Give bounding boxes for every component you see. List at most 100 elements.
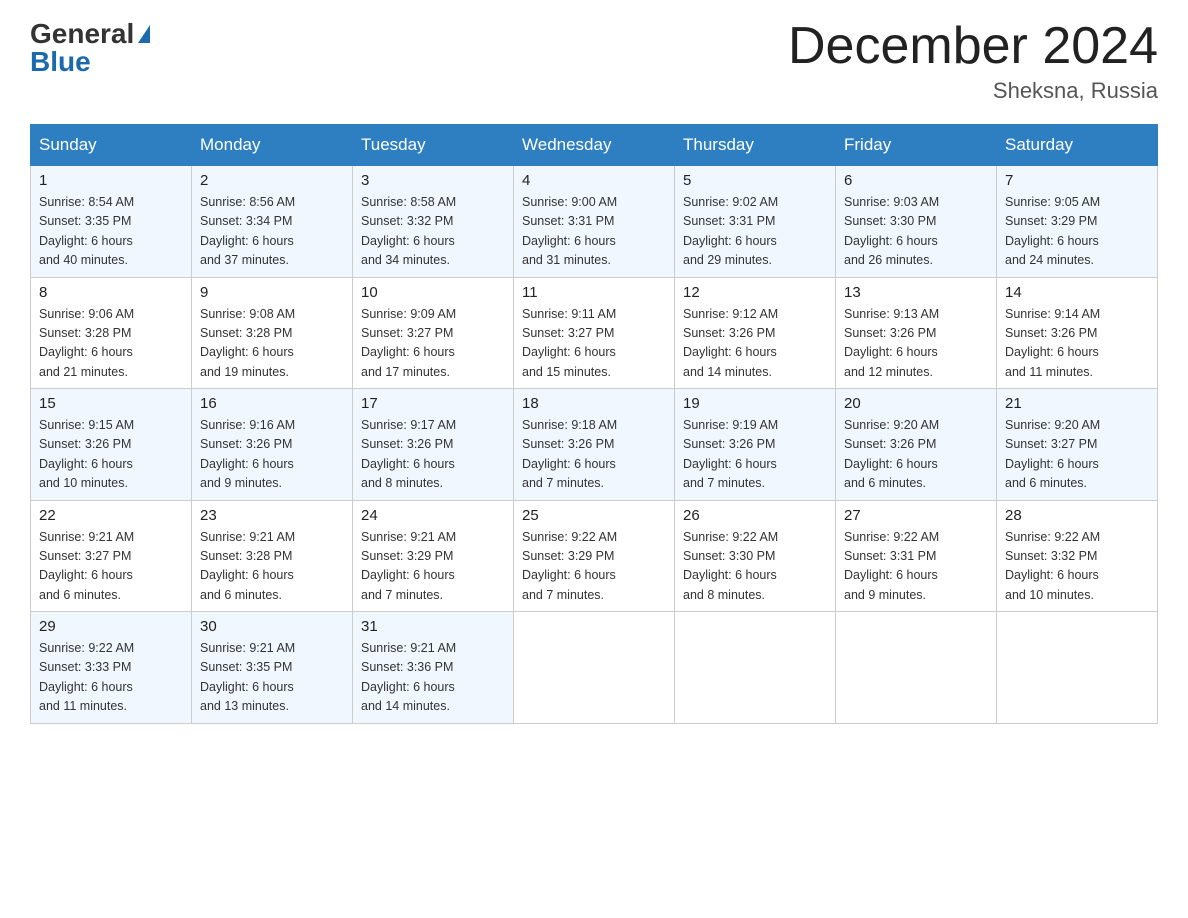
calendar-cell: 11 Sunrise: 9:11 AM Sunset: 3:27 PM Dayli… — [514, 277, 675, 389]
day-info: Sunrise: 8:58 AM Sunset: 3:32 PM Dayligh… — [361, 193, 505, 271]
day-number: 29 — [39, 618, 183, 635]
calendar-cell: 26Sunrise: 9:22 AM Sunset: 3:30 PM Dayli… — [675, 500, 836, 612]
header-sunday: Sunday — [31, 125, 192, 166]
calendar-cell: 1 Sunrise: 8:54 AM Sunset: 3:35 PM Daylig… — [31, 166, 192, 278]
calendar-cell: 22 Sunrise: 9:21 AM Sunset: 3:27 PM Dayli… — [31, 500, 192, 612]
day-info: Sunrise: 9:12 AM Sunset: 3:26 PM Dayligh… — [683, 305, 827, 383]
month-title: December 2024 — [788, 20, 1158, 72]
calendar-cell: 4 Sunrise: 9:00 AM Sunset: 3:31 PM Daylig… — [514, 166, 675, 278]
day-number: 22 — [39, 507, 183, 524]
day-number: 25 — [522, 507, 666, 524]
calendar-cell: 2 Sunrise: 8:56 AM Sunset: 3:34 PM Daylig… — [192, 166, 353, 278]
day-info: Sunrise: 9:18 AM Sunset: 3:26 PM Dayligh… — [522, 416, 666, 494]
day-info: Sunrise: 9:00 AM Sunset: 3:31 PM Dayligh… — [522, 193, 666, 271]
day-number: 9 — [200, 284, 344, 301]
calendar-cell: 15 Sunrise: 9:15 AM Sunset: 3:26 PM Dayli… — [31, 389, 192, 501]
day-number: 2 — [200, 172, 344, 189]
day-info: Sunrise: 9:03 AM Sunset: 3:30 PM Dayligh… — [844, 193, 988, 271]
calendar-week-4: 22 Sunrise: 9:21 AM Sunset: 3:27 PM Dayli… — [31, 500, 1158, 612]
calendar-cell: 5Sunrise: 9:02 AM Sunset: 3:31 PM Daylig… — [675, 166, 836, 278]
day-number: 17 — [361, 395, 505, 412]
calendar-cell: 18 Sunrise: 9:18 AM Sunset: 3:26 PM Dayli… — [514, 389, 675, 501]
calendar-cell: 8Sunrise: 9:06 AM Sunset: 3:28 PM Daylig… — [31, 277, 192, 389]
day-info: Sunrise: 9:09 AM Sunset: 3:27 PM Dayligh… — [361, 305, 505, 383]
day-info: Sunrise: 9:21 AM Sunset: 3:28 PM Dayligh… — [200, 528, 344, 606]
calendar-header: SundayMondayTuesdayWednesdayThursdayFrid… — [31, 125, 1158, 166]
calendar-cell — [836, 612, 997, 724]
calendar-table: SundayMondayTuesdayWednesdayThursdayFrid… — [30, 124, 1158, 724]
logo: General Blue — [30, 20, 150, 76]
day-info: Sunrise: 8:54 AM Sunset: 3:35 PM Dayligh… — [39, 193, 183, 271]
calendar-cell: 7 Sunrise: 9:05 AM Sunset: 3:29 PM Daylig… — [997, 166, 1158, 278]
calendar-cell: 27 Sunrise: 9:22 AM Sunset: 3:31 PM Dayli… — [836, 500, 997, 612]
day-number: 14 — [1005, 284, 1149, 301]
calendar-cell: 13 Sunrise: 9:13 AM Sunset: 3:26 PM Dayli… — [836, 277, 997, 389]
day-info: Sunrise: 9:21 AM Sunset: 3:36 PM Dayligh… — [361, 639, 505, 717]
day-number: 1 — [39, 172, 183, 189]
day-number: 19 — [683, 395, 827, 412]
calendar-cell: 16 Sunrise: 9:16 AM Sunset: 3:26 PM Dayli… — [192, 389, 353, 501]
day-number: 18 — [522, 395, 666, 412]
day-info: Sunrise: 9:14 AM Sunset: 3:26 PM Dayligh… — [1005, 305, 1149, 383]
day-info: Sunrise: 9:19 AM Sunset: 3:26 PM Dayligh… — [683, 416, 827, 494]
day-number: 30 — [200, 618, 344, 635]
calendar-cell: 29Sunrise: 9:22 AM Sunset: 3:33 PM Dayli… — [31, 612, 192, 724]
calendar-cell — [997, 612, 1158, 724]
header-saturday: Saturday — [997, 125, 1158, 166]
day-number: 7 — [1005, 172, 1149, 189]
calendar-cell: 28 Sunrise: 9:22 AM Sunset: 3:32 PM Dayli… — [997, 500, 1158, 612]
calendar-cell: 9 Sunrise: 9:08 AM Sunset: 3:28 PM Daylig… — [192, 277, 353, 389]
calendar-cell: 19 Sunrise: 9:19 AM Sunset: 3:26 PM Dayli… — [675, 389, 836, 501]
day-info: Sunrise: 9:22 AM Sunset: 3:31 PM Dayligh… — [844, 528, 988, 606]
calendar-cell: 20 Sunrise: 9:20 AM Sunset: 3:26 PM Dayli… — [836, 389, 997, 501]
day-number: 16 — [200, 395, 344, 412]
calendar-week-3: 15 Sunrise: 9:15 AM Sunset: 3:26 PM Dayli… — [31, 389, 1158, 501]
calendar-cell: 25 Sunrise: 9:22 AM Sunset: 3:29 PM Dayli… — [514, 500, 675, 612]
day-number: 28 — [1005, 507, 1149, 524]
calendar-cell: 23 Sunrise: 9:21 AM Sunset: 3:28 PM Dayli… — [192, 500, 353, 612]
day-number: 10 — [361, 284, 505, 301]
day-number: 8 — [39, 284, 183, 301]
header-friday: Friday — [836, 125, 997, 166]
calendar-week-5: 29Sunrise: 9:22 AM Sunset: 3:33 PM Dayli… — [31, 612, 1158, 724]
day-info: Sunrise: 9:22 AM Sunset: 3:32 PM Dayligh… — [1005, 528, 1149, 606]
day-info: Sunrise: 9:08 AM Sunset: 3:28 PM Dayligh… — [200, 305, 344, 383]
day-info: Sunrise: 9:15 AM Sunset: 3:26 PM Dayligh… — [39, 416, 183, 494]
page-header: General Blue December 2024 Sheksna, Russ… — [30, 20, 1158, 104]
day-info: Sunrise: 9:13 AM Sunset: 3:26 PM Dayligh… — [844, 305, 988, 383]
day-number: 6 — [844, 172, 988, 189]
day-info: Sunrise: 9:20 AM Sunset: 3:26 PM Dayligh… — [844, 416, 988, 494]
day-info: Sunrise: 9:20 AM Sunset: 3:27 PM Dayligh… — [1005, 416, 1149, 494]
day-info: Sunrise: 9:02 AM Sunset: 3:31 PM Dayligh… — [683, 193, 827, 271]
header-tuesday: Tuesday — [353, 125, 514, 166]
header-monday: Monday — [192, 125, 353, 166]
day-number: 13 — [844, 284, 988, 301]
calendar-cell: 17Sunrise: 9:17 AM Sunset: 3:26 PM Dayli… — [353, 389, 514, 501]
day-number: 31 — [361, 618, 505, 635]
day-info: Sunrise: 9:05 AM Sunset: 3:29 PM Dayligh… — [1005, 193, 1149, 271]
calendar-cell: 12 Sunrise: 9:12 AM Sunset: 3:26 PM Dayli… — [675, 277, 836, 389]
day-number: 11 — [522, 284, 666, 301]
day-number: 20 — [844, 395, 988, 412]
day-info: Sunrise: 9:21 AM Sunset: 3:35 PM Dayligh… — [200, 639, 344, 717]
day-info: Sunrise: 9:16 AM Sunset: 3:26 PM Dayligh… — [200, 416, 344, 494]
logo-triangle-icon — [138, 25, 150, 43]
calendar-cell: 30 Sunrise: 9:21 AM Sunset: 3:35 PM Dayli… — [192, 612, 353, 724]
calendar-cell: 31 Sunrise: 9:21 AM Sunset: 3:36 PM Dayli… — [353, 612, 514, 724]
title-section: December 2024 Sheksna, Russia — [788, 20, 1158, 104]
day-info: Sunrise: 9:21 AM Sunset: 3:27 PM Dayligh… — [39, 528, 183, 606]
day-number: 27 — [844, 507, 988, 524]
calendar-cell: 6 Sunrise: 9:03 AM Sunset: 3:30 PM Daylig… — [836, 166, 997, 278]
header-thursday: Thursday — [675, 125, 836, 166]
day-info: Sunrise: 9:22 AM Sunset: 3:29 PM Dayligh… — [522, 528, 666, 606]
day-info: Sunrise: 9:11 AM Sunset: 3:27 PM Dayligh… — [522, 305, 666, 383]
day-number: 12 — [683, 284, 827, 301]
calendar-cell: 24Sunrise: 9:21 AM Sunset: 3:29 PM Dayli… — [353, 500, 514, 612]
calendar-week-1: 1 Sunrise: 8:54 AM Sunset: 3:35 PM Daylig… — [31, 166, 1158, 278]
logo-general-text: General — [30, 20, 134, 48]
day-number: 23 — [200, 507, 344, 524]
day-number: 15 — [39, 395, 183, 412]
day-info: Sunrise: 8:56 AM Sunset: 3:34 PM Dayligh… — [200, 193, 344, 271]
day-number: 4 — [522, 172, 666, 189]
header-wednesday: Wednesday — [514, 125, 675, 166]
